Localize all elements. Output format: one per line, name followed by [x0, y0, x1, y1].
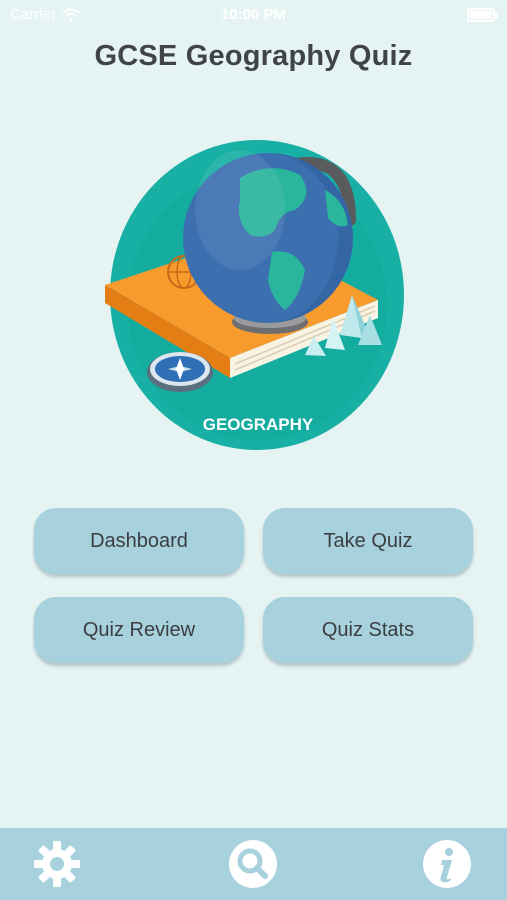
- settings-gear-icon[interactable]: [32, 839, 82, 889]
- status-bar: Carrier 10:00 PM: [0, 0, 507, 30]
- app-screen: Carrier 10:00 PM GCSE Geography Quiz GEO…: [0, 0, 507, 900]
- bottom-tab-bar: [0, 828, 507, 900]
- take-quiz-button[interactable]: Take Quiz: [263, 508, 473, 574]
- search-icon[interactable]: [228, 839, 278, 889]
- page-title: GCSE Geography Quiz: [94, 40, 413, 72]
- geography-illustration: GEOGRAPHY: [105, 140, 404, 450]
- quiz-review-button[interactable]: Quiz Review: [34, 597, 244, 663]
- info-icon[interactable]: [422, 839, 472, 889]
- battery-icon: [467, 8, 498, 22]
- quiz-stats-button[interactable]: Quiz Stats: [263, 597, 473, 663]
- battery-level: [470, 11, 492, 19]
- hero-badge-text: GEOGRAPHY: [203, 415, 314, 434]
- status-time: 10:00 PM: [220, 6, 287, 23]
- dashboard-button[interactable]: Dashboard: [34, 508, 244, 574]
